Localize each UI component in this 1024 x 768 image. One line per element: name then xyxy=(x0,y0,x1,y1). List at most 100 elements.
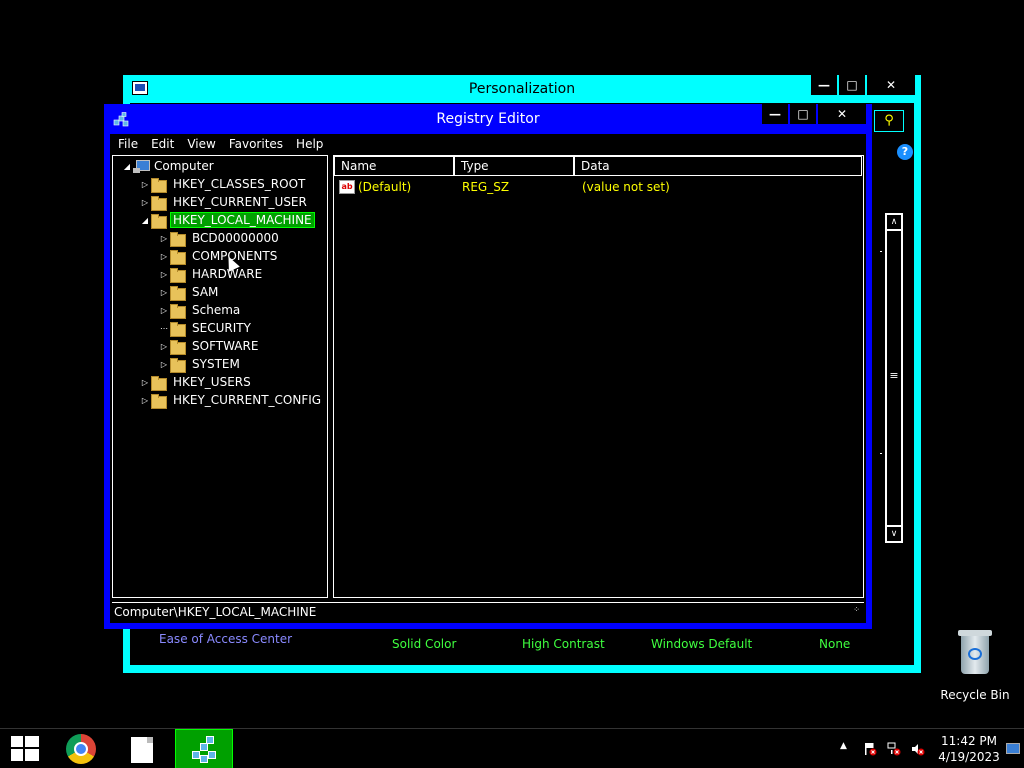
tree-item-computer[interactable]: ◢ Computer xyxy=(121,157,216,175)
registry-titlebar[interactable]: Registry Editor — □ ✕ xyxy=(104,104,872,134)
tree-item-system[interactable]: ▷ SYSTEM xyxy=(158,355,242,373)
expand-arrow-icon[interactable]: ▷ xyxy=(139,396,151,405)
expand-arrow-icon[interactable]: ▷ xyxy=(158,306,170,315)
expand-arrow-icon[interactable]: ▷ xyxy=(139,198,151,207)
string-value-icon: ab xyxy=(339,180,355,194)
ease-of-access-link[interactable]: Ease of Access Center xyxy=(159,632,292,646)
menu-file[interactable]: File xyxy=(118,134,138,154)
recycle-bin-icon xyxy=(958,630,992,674)
tree-item-label: HKEY_CURRENT_USER xyxy=(173,195,307,209)
tree-item-components[interactable]: ▷ COMPONENTS xyxy=(158,247,279,265)
tree-item-label: SOFTWARE xyxy=(192,339,259,353)
maximize-button[interactable]: □ xyxy=(839,75,865,95)
tree-item-label: SAM xyxy=(192,285,219,299)
tree-item-sam[interactable]: ▷ SAM xyxy=(158,283,220,301)
tree-item-label: SYSTEM xyxy=(192,357,240,371)
help-icon[interactable]: ? xyxy=(897,144,913,160)
folder-icon xyxy=(151,393,167,409)
personalization-titlebar[interactable]: Personalization — □ ✕ xyxy=(123,75,921,103)
status-bar: Computer\HKEY_LOCAL_MACHINE ⁘ xyxy=(112,602,864,621)
registry-client-area: File Edit View Favorites Help ◢ Computer… xyxy=(110,134,866,623)
expand-arrow-icon[interactable]: ▷ xyxy=(158,288,170,297)
registry-editor-icon xyxy=(190,735,220,765)
expand-arrow-icon[interactable]: ▷ xyxy=(158,252,170,261)
minimize-button[interactable]: — xyxy=(811,75,837,95)
tree-item-bcd[interactable]: ▷ BCD00000000 xyxy=(158,229,281,247)
chrome-icon xyxy=(66,734,96,764)
taskbar-chrome[interactable] xyxy=(52,729,110,768)
registry-title: Registry Editor xyxy=(436,111,540,127)
taskbar-registry-editor[interactable] xyxy=(175,729,233,768)
minimize-button[interactable]: — xyxy=(762,104,788,124)
status-path: Computer\HKEY_LOCAL_MACHINE xyxy=(114,605,317,619)
clock-time: 11:42 PM xyxy=(941,734,997,748)
tree-item-label: BCD00000000 xyxy=(192,231,279,245)
tree-item-hkcc[interactable]: ▷ HKEY_CURRENT_CONFIG xyxy=(139,391,323,409)
personalization-title: Personalization xyxy=(468,81,576,97)
folder-icon xyxy=(170,267,186,283)
folder-icon xyxy=(170,303,186,319)
expand-arrow-icon[interactable]: ▷ xyxy=(139,378,151,387)
close-button[interactable]: ✕ xyxy=(818,104,866,124)
start-button[interactable] xyxy=(0,729,50,768)
column-header-data[interactable]: Data xyxy=(574,156,862,176)
scroll-thumb[interactable]: ≡ xyxy=(886,230,902,526)
divider xyxy=(880,251,882,252)
tree-item-label: SECURITY xyxy=(192,321,251,335)
menu-help[interactable]: Help xyxy=(296,134,323,154)
expand-arrow-icon[interactable]: ▷ xyxy=(158,234,170,243)
menu-view[interactable]: View xyxy=(187,134,215,154)
values-pane[interactable]: Name Type Data ab (Default) REG_SZ (valu… xyxy=(333,155,864,598)
tree-item-hkcu[interactable]: ▷ HKEY_CURRENT_USER xyxy=(139,193,309,211)
scroll-down-arrow-icon[interactable]: ∨ xyxy=(886,526,902,542)
column-header-name[interactable]: Name xyxy=(334,156,454,176)
vertical-scrollbar[interactable]: ∧ ≡ ∨ xyxy=(885,213,903,543)
system-clock[interactable]: 11:42 PM 4/19/2023 xyxy=(938,733,1000,765)
menu-edit[interactable]: Edit xyxy=(151,134,174,154)
list-item[interactable]: ab (Default) REG_SZ (value not set) xyxy=(334,178,863,196)
show-desktop-icon[interactable] xyxy=(1006,743,1020,754)
expand-arrow-icon[interactable]: ▷ xyxy=(158,360,170,369)
taskbar: ▲ 11:42 PM 4/19/2023 xyxy=(0,728,1024,768)
theme-link[interactable]: High Contrast xyxy=(522,637,605,651)
collapse-arrow-icon[interactable]: ◢ xyxy=(139,216,151,225)
registry-editor-window: Registry Editor — □ ✕ File Edit View Fav… xyxy=(104,104,872,629)
tree-item-security[interactable]: ⋯ SECURITY xyxy=(158,319,253,337)
close-button[interactable]: ✕ xyxy=(867,75,915,95)
expand-arrow-icon[interactable]: ▷ xyxy=(158,342,170,351)
tree-item-hklm[interactable]: ◢ HKEY_LOCAL_MACHINE xyxy=(139,211,315,229)
resize-grip-icon[interactable]: ⁘ xyxy=(853,601,860,619)
network-icon[interactable] xyxy=(887,742,901,756)
value-data: (value not set) xyxy=(582,180,670,194)
document-icon xyxy=(131,737,153,763)
theme-link[interactable]: Solid Color xyxy=(392,637,456,651)
menu-favorites[interactable]: Favorites xyxy=(229,134,283,154)
scroll-up-arrow-icon[interactable]: ∧ xyxy=(886,214,902,230)
search-icon[interactable]: ⚲ xyxy=(874,110,904,132)
tree-item-label: HKEY_CLASSES_ROOT xyxy=(173,177,306,191)
tree-item-label: HKEY_CURRENT_CONFIG xyxy=(173,393,322,407)
theme-link[interactable]: None xyxy=(819,637,850,651)
volume-muted-icon[interactable] xyxy=(911,742,925,756)
tree-item-schema[interactable]: ▷ Schema xyxy=(158,301,242,319)
folder-icon xyxy=(170,249,186,265)
recycle-bin-label: Recycle Bin xyxy=(940,688,1010,702)
expand-arrow-icon[interactable]: ▷ xyxy=(139,180,151,189)
tree-pane[interactable]: ◢ Computer ▷ HKEY_CLASSES_ROOT ▷ HKEY_CU… xyxy=(112,155,328,598)
tree-item-hku[interactable]: ▷ HKEY_USERS xyxy=(139,373,253,391)
taskbar-file[interactable] xyxy=(113,729,171,768)
tree-item-label: Computer xyxy=(154,159,214,173)
show-hidden-icons-icon[interactable]: ▲ xyxy=(840,741,847,768)
tree-item-software[interactable]: ▷ SOFTWARE xyxy=(158,337,260,355)
value-type: REG_SZ xyxy=(462,180,510,194)
theme-link[interactable]: Windows Default xyxy=(651,637,752,651)
tree-item-hkcr[interactable]: ▷ HKEY_CLASSES_ROOT xyxy=(139,175,307,193)
collapse-arrow-icon[interactable]: ◢ xyxy=(121,162,133,171)
column-header-type[interactable]: Type xyxy=(454,156,574,176)
flag-alert-icon[interactable] xyxy=(863,742,877,756)
tree-item-hardware[interactable]: ▷ HARDWARE xyxy=(158,265,264,283)
expand-arrow-icon[interactable]: ▷ xyxy=(158,270,170,279)
recycle-bin[interactable]: Recycle Bin xyxy=(940,630,1010,702)
menu-bar: File Edit View Favorites Help xyxy=(110,134,866,154)
maximize-button[interactable]: □ xyxy=(790,104,816,124)
